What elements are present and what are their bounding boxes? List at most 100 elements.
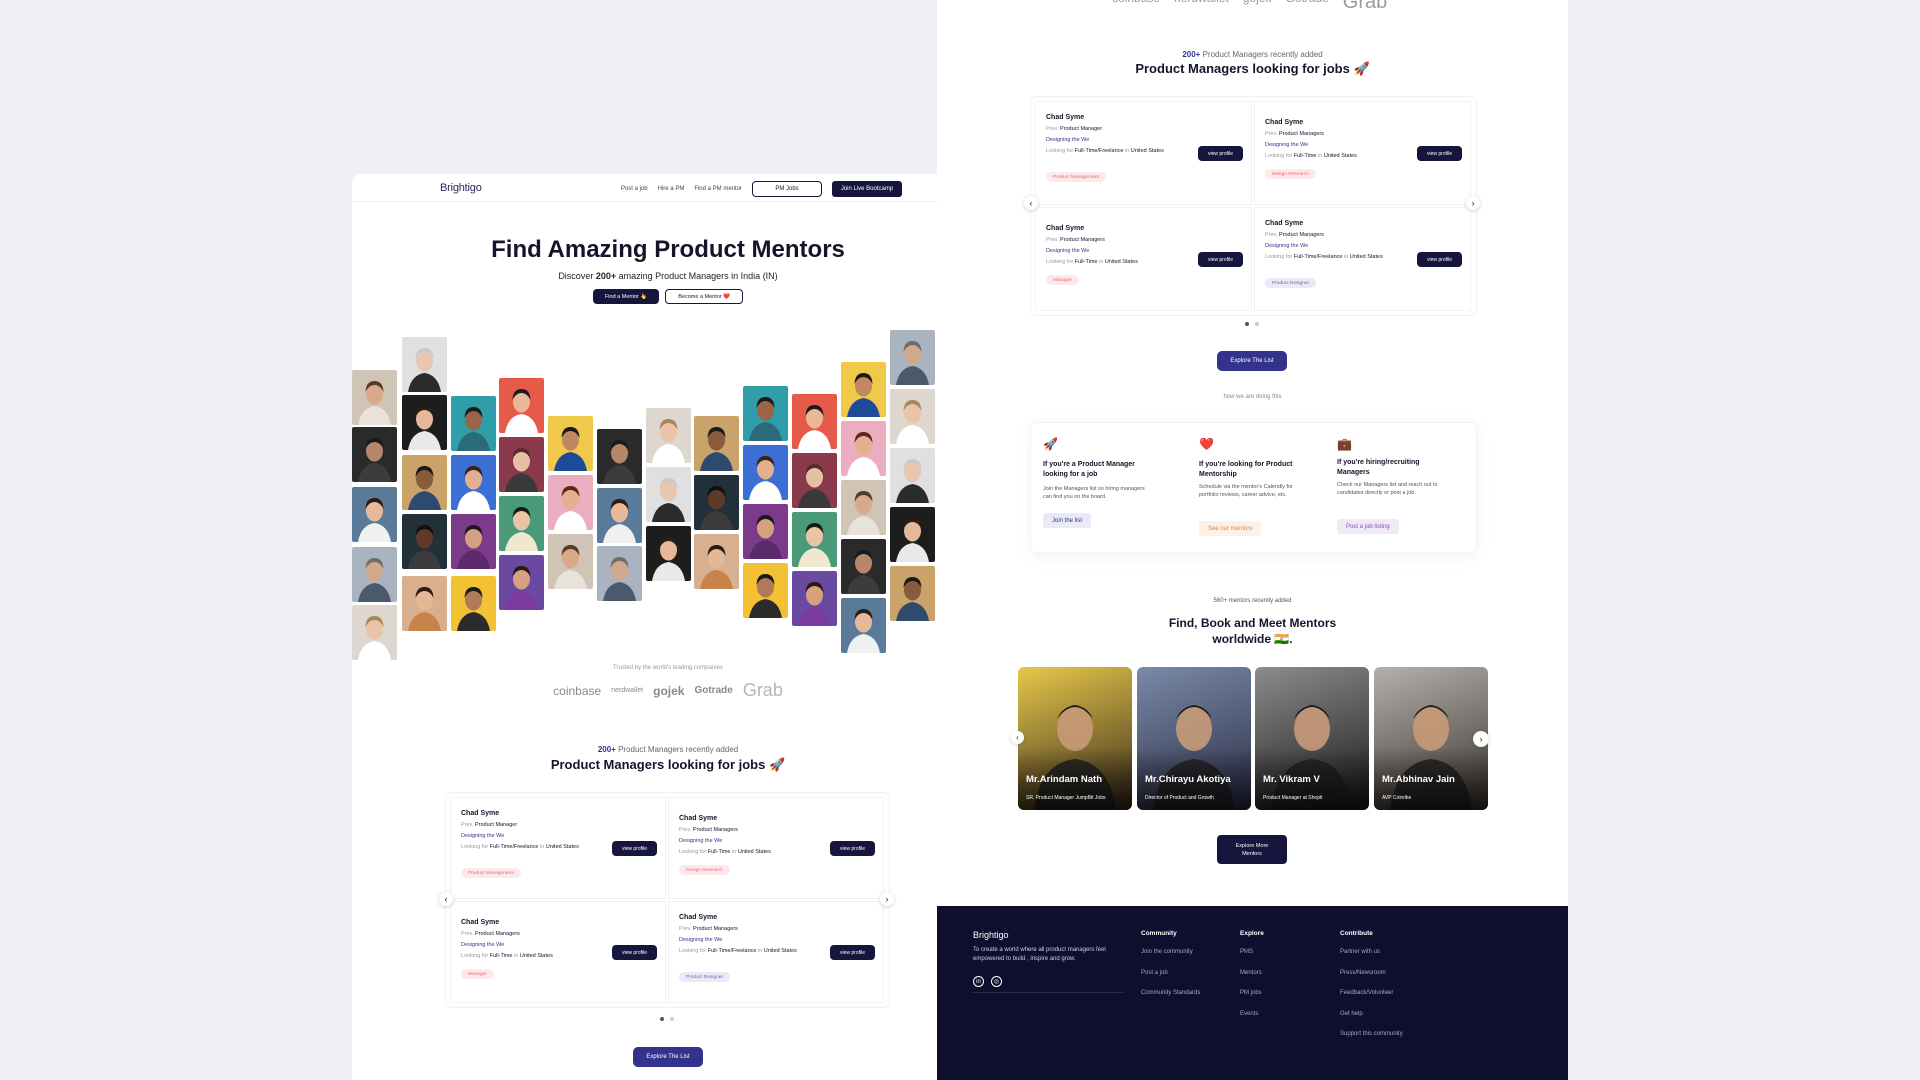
how-mentorship: ❤️ If you're looking for Product Mentors… xyxy=(1187,423,1327,554)
footer-link[interactable]: Partner with us xyxy=(1340,949,1403,955)
instagram-icon[interactable]: ◎ xyxy=(991,976,1002,987)
see-mentors-button[interactable]: See our mentors xyxy=(1199,521,1262,536)
mentor-card[interactable]: Mr.Chirayu Akotiya Director of Product an… xyxy=(1137,667,1251,810)
looking-location: United States xyxy=(1349,254,1383,260)
carousel-dot[interactable] xyxy=(1255,322,1259,326)
in-label: in xyxy=(757,948,763,954)
mentor-photo xyxy=(402,455,447,510)
looking-location: United States xyxy=(1104,259,1138,265)
looking-type: Full-Time/Freelance xyxy=(707,948,757,954)
explore-mentors-button[interactable]: Explore More Mentors xyxy=(1217,835,1287,864)
carousel-dot[interactable] xyxy=(670,1017,674,1021)
view-profile-button[interactable]: view profile xyxy=(1417,146,1462,161)
view-profile-button[interactable]: view profile xyxy=(830,945,875,960)
job-card-prev: Prev. Product Managers xyxy=(679,827,738,833)
join-bootcamp-button[interactable]: Join Live Bootcamp xyxy=(832,181,902,197)
linkedin-icon[interactable]: in xyxy=(973,976,984,987)
mentor-card[interactable]: Mr.Arindam Nath SR. Product Manager JumpB… xyxy=(1018,667,1132,810)
pm-jobs-button[interactable]: PM Jobs xyxy=(752,181,822,197)
carousel-next-button[interactable]: › xyxy=(880,892,894,906)
job-card-tag: Design Research xyxy=(1265,169,1316,179)
gotrade-logo: Gotrade xyxy=(1285,0,1328,14)
looking-location: United States xyxy=(1323,153,1357,159)
become-mentor-button[interactable]: Become a Mentor ❤️ xyxy=(665,289,744,304)
footer-link[interactable]: Post a job xyxy=(1141,970,1200,976)
prev-label: Prev. xyxy=(1265,232,1278,238)
job-card-prev: Prev. Product Manager xyxy=(461,822,517,828)
footer-link[interactable]: Press/Newsroom xyxy=(1340,970,1403,976)
hero-sub-prefix: Discover xyxy=(558,271,596,281)
prev-label: Prev. xyxy=(679,827,692,833)
nav-find-mentor[interactable]: Find a PM mentor xyxy=(694,186,742,192)
mentor-card[interactable]: Mr.Abhinav Jain AVP Coinrike xyxy=(1374,667,1488,810)
mentor-role: Product Manager at Shopit xyxy=(1263,795,1323,801)
carousel-next-button[interactable]: › xyxy=(1466,196,1480,210)
find-mentor-button[interactable]: Find a Mentor 👆 xyxy=(592,289,660,304)
company-logos-top: coinbase nerdwallet gojek Gotrade Grab xyxy=(1112,0,1387,14)
footer-link[interactable]: Mentors xyxy=(1240,970,1264,976)
view-profile-button[interactable]: view profile xyxy=(612,945,657,960)
mentor-photo xyxy=(499,555,544,610)
nerdwallet-logo: nerdwallet xyxy=(1174,0,1229,14)
explore-list-button[interactable]: Explore The List xyxy=(1217,351,1287,371)
footer-link[interactable]: Get help xyxy=(1340,1011,1403,1017)
chevron-right-icon: › xyxy=(1479,734,1483,744)
carousel-dot-active[interactable] xyxy=(1245,322,1249,326)
landing-page-lower-preview: coinbase nerdwallet gojek Gotrade Grab 2… xyxy=(937,0,1568,1080)
mentor-photo xyxy=(451,455,496,510)
job-card-name: Chad Syme xyxy=(461,919,500,926)
mentors-next-button[interactable]: › xyxy=(1473,731,1489,747)
top-nav: Brightigo Post a job Hire a PM Find a PM… xyxy=(352,174,984,202)
view-profile-button[interactable]: view profile xyxy=(612,841,657,856)
job-card-prev: Prev. Product Managers xyxy=(679,926,738,932)
prev-role: Product Managers xyxy=(692,827,738,833)
brand-logo[interactable]: Brightigo xyxy=(440,182,482,194)
join-list-button[interactable]: Join the list xyxy=(1043,513,1092,528)
nav-post-job[interactable]: Post a job xyxy=(621,186,648,192)
looking-location: United States xyxy=(545,844,579,850)
job-card: Chad Syme Prev. Product Managers Designing… xyxy=(668,797,884,899)
carousel-dot-active[interactable] xyxy=(660,1017,664,1021)
prev-label: Prev. xyxy=(461,822,474,828)
footer-link[interactable]: PM jobs xyxy=(1240,990,1264,996)
view-profile-button[interactable]: view profile xyxy=(1417,252,1462,267)
looking-type: Full-Time xyxy=(707,849,731,855)
view-profile-button[interactable]: view profile xyxy=(1198,146,1243,161)
footer-link[interactable]: Community Standards xyxy=(1141,990,1200,996)
hero-title: Find Amazing Product Mentors xyxy=(491,236,845,263)
carousel-prev-button[interactable]: ‹ xyxy=(439,892,453,906)
nav-hire-pm[interactable]: Hire a PM xyxy=(658,186,685,192)
mentor-photo xyxy=(694,416,739,471)
job-card-looking: Looking for Full-Time in United States xyxy=(1265,153,1402,160)
footer-divider xyxy=(973,992,1123,993)
explore-list-button[interactable]: Explore The List xyxy=(633,1047,703,1067)
job-card-project: Designing the We xyxy=(1265,243,1309,249)
looking-label: Looking for xyxy=(1265,254,1293,260)
mentor-card[interactable]: Mr. Vikram V Product Manager at Shopit xyxy=(1255,667,1369,810)
footer-link[interactable]: Join the community xyxy=(1141,949,1200,955)
how-desc: Check our Managers list and reach out to… xyxy=(1337,482,1438,496)
job-card-tag: Design Research xyxy=(679,865,730,875)
prev-role: Product Managers xyxy=(1278,131,1324,137)
mentor-photo xyxy=(743,563,788,618)
view-profile-button[interactable]: view profile xyxy=(1198,252,1243,267)
carousel-prev-button[interactable]: ‹ xyxy=(1024,196,1038,210)
in-label: in xyxy=(539,844,545,850)
mentor-photo xyxy=(792,512,837,567)
mentor-photo xyxy=(841,598,886,653)
footer-link[interactable]: Support this community xyxy=(1340,1031,1403,1037)
footer-link[interactable]: Feedback/Volunteer xyxy=(1340,990,1403,996)
in-label: in xyxy=(1318,153,1323,159)
footer-link[interactable]: Events xyxy=(1240,1011,1264,1017)
mentor-photo xyxy=(841,480,886,535)
mentor-photo xyxy=(548,534,593,589)
mentors-prev-button[interactable]: ‹ xyxy=(1011,731,1024,744)
job-card-project: Designing the We xyxy=(679,937,723,943)
job-card: Chad Syme Prev. Product Manager Designing … xyxy=(450,797,666,899)
mentor-name: Mr.Arindam Nath xyxy=(1026,774,1103,785)
footer-link[interactable]: PMS xyxy=(1240,949,1264,955)
job-card-tag: Product Management xyxy=(461,868,521,878)
post-job-listing-button[interactable]: Post a job listing xyxy=(1337,519,1399,534)
view-profile-button[interactable]: view profile xyxy=(830,841,875,856)
looking-label: Looking for xyxy=(1046,259,1074,265)
